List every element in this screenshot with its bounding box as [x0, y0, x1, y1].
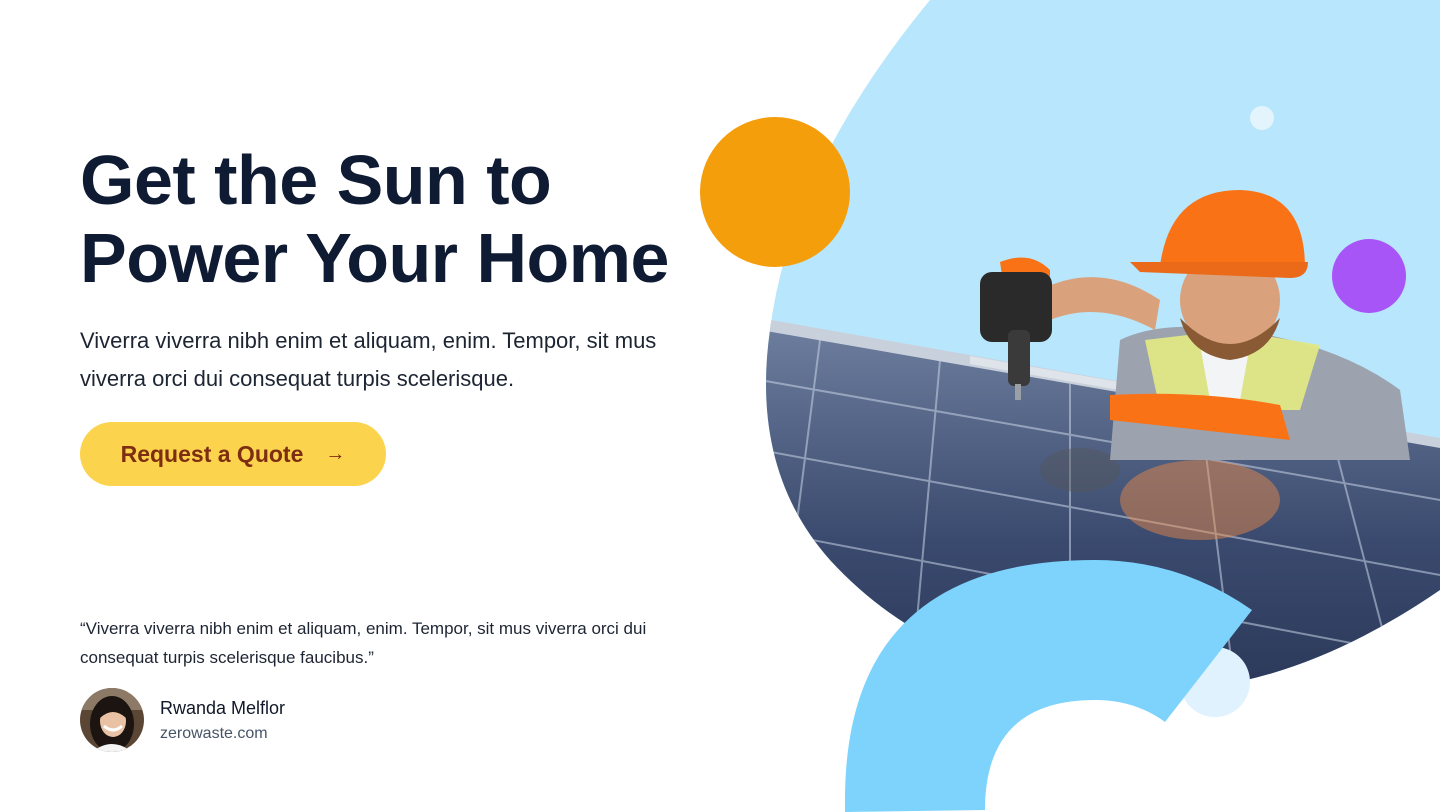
- request-quote-button[interactable]: Request a Quote →: [80, 422, 386, 486]
- request-quote-label: Request a Quote: [120, 440, 304, 467]
- author-name: Rwanda Melflor: [160, 698, 286, 718]
- arrow-right-icon: →: [325, 442, 346, 465]
- purple-circle: [1332, 239, 1406, 313]
- hero-illustration-graphic: [700, 0, 1440, 812]
- hero-subtext: Viverra viverra nibh enim et aliquam, en…: [80, 328, 657, 391]
- author-website: zerowaste.com: [160, 725, 268, 742]
- hero-headline: Get the Sun to Power Your Home: [80, 141, 720, 297]
- testimonial-quote: “Viverra viverra nibh enim et aliquam, e…: [80, 619, 647, 667]
- small-dot: [1250, 106, 1274, 130]
- headline-line-2: Power Your Home: [80, 219, 669, 297]
- headline-line-1: Get the Sun to: [80, 141, 552, 219]
- orange-circle: [700, 117, 850, 267]
- hero-content: Get the Sun to Power Your Home Viverra v…: [80, 0, 720, 812]
- testimonial-author: Rwanda Melflor zerowaste.com: [80, 688, 480, 752]
- avatar: [80, 688, 144, 752]
- hero-illustration: [640, 0, 1440, 812]
